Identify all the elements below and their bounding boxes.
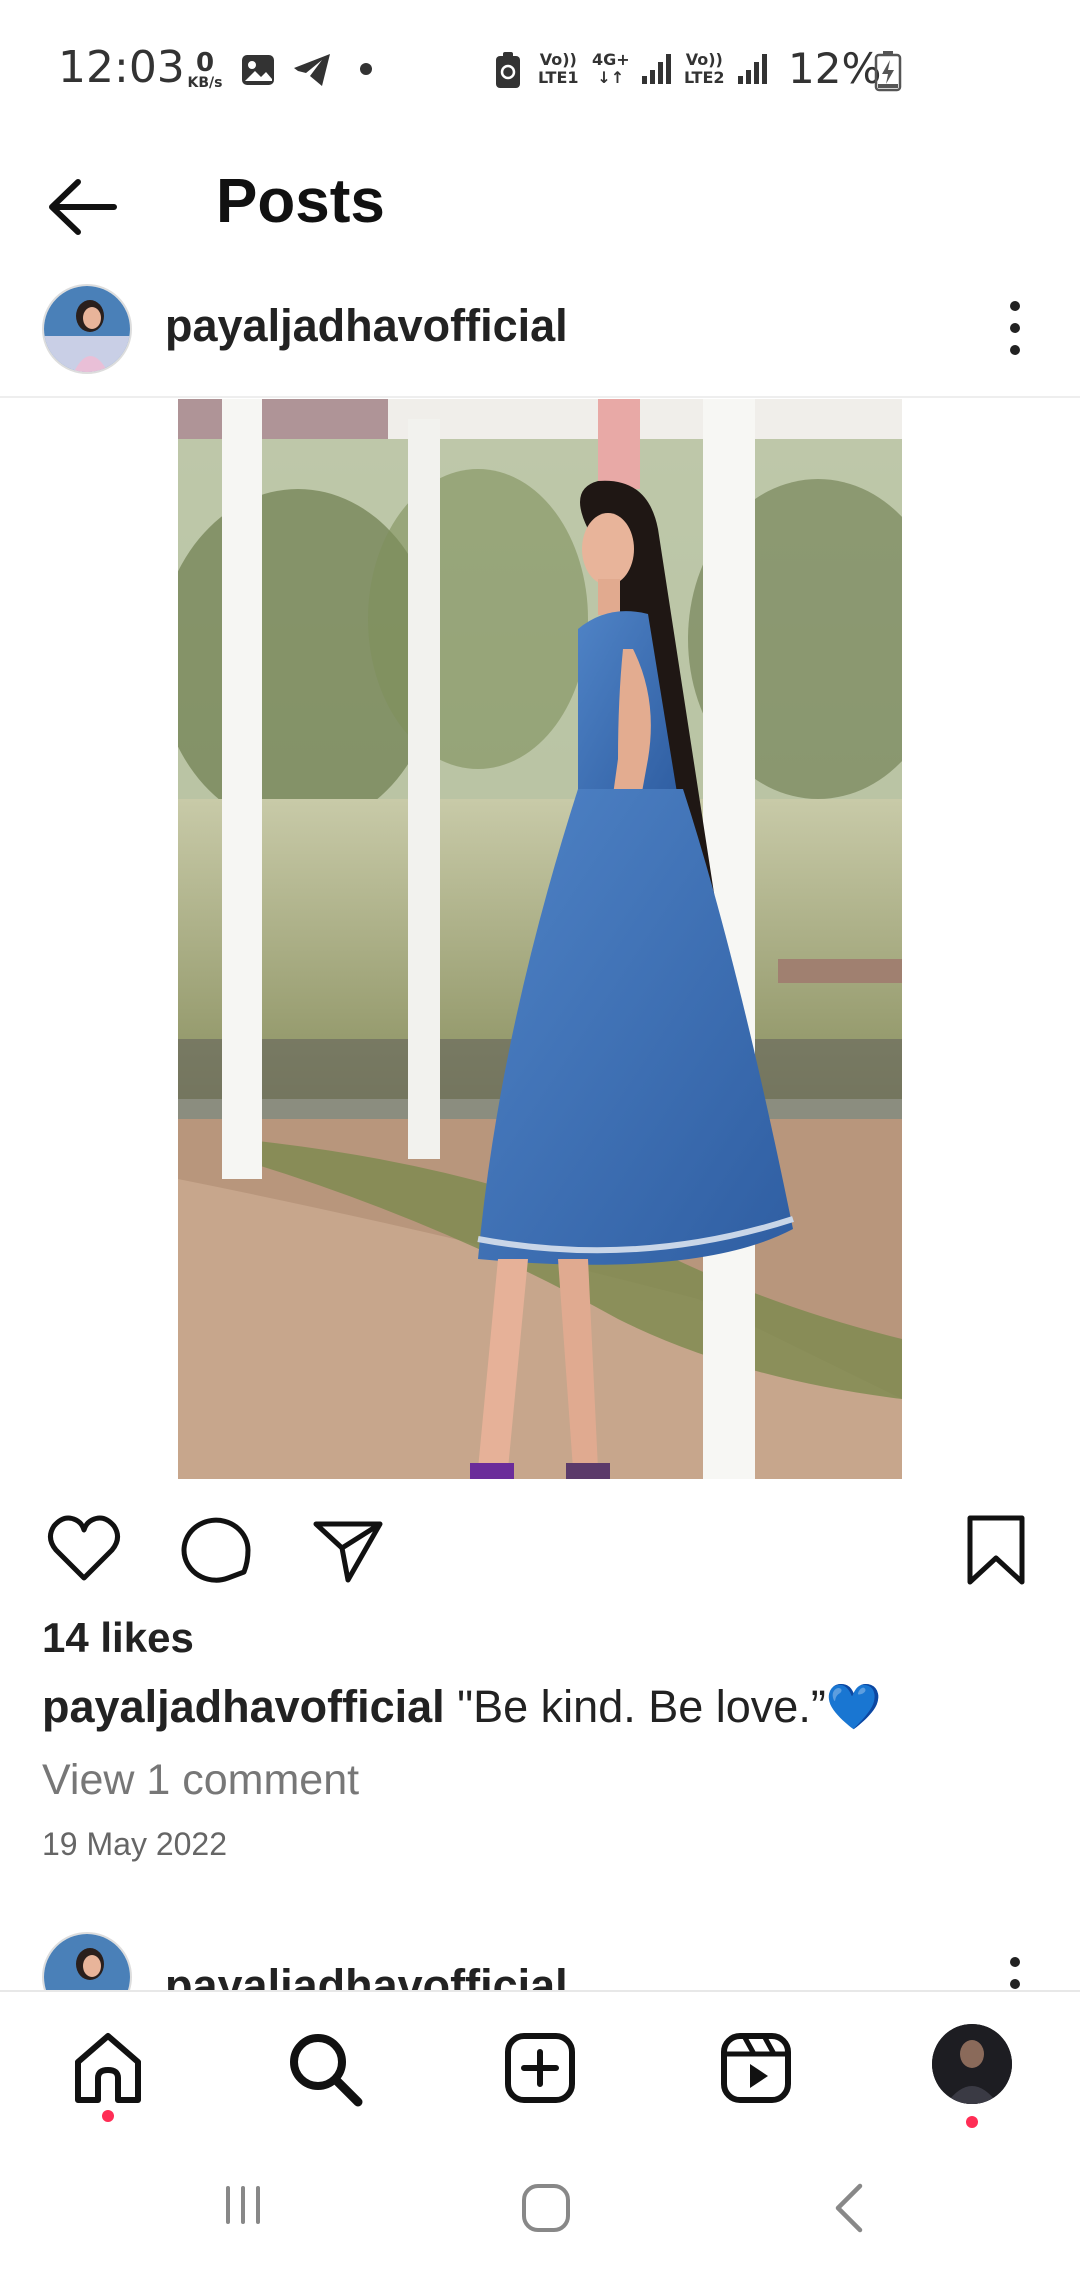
battery-percent: 12% (788, 44, 882, 93)
network-speed-unit: KB/s (187, 75, 223, 91)
home-circle-icon[interactable] (518, 2180, 574, 2236)
network-type: 4G+ ↓↑ (592, 50, 630, 87)
bookmark-icon[interactable] (958, 1512, 1034, 1588)
network-speed-value: 0 (195, 48, 215, 78)
blue-heart-emoji: 💙 (825, 1681, 882, 1732)
reels-icon[interactable] (716, 2028, 796, 2108)
more-notifications-dot (360, 63, 372, 75)
page-title: Posts (216, 167, 385, 236)
post-caption: payaljadhavofficial "Be kind. Be love.”💙 (42, 1680, 882, 1733)
send-icon[interactable] (310, 1512, 386, 1588)
status-time: 12:03 (58, 42, 185, 93)
likes-count[interactable]: 14 likes (42, 1614, 194, 1662)
divider (0, 396, 1080, 398)
search-icon[interactable] (284, 2028, 364, 2108)
signal-bars-2-icon (738, 54, 767, 84)
post-date: 19 May 2022 (42, 1826, 228, 1862)
recents-icon[interactable] (218, 2180, 268, 2230)
system-navigation-bar (0, 2140, 1080, 2280)
plus-square-icon[interactable] (500, 2028, 580, 2108)
gallery-icon (242, 55, 274, 85)
next-post-header: payaljadhavofficial (0, 1930, 1080, 1990)
arrow-left-icon[interactable] (42, 172, 122, 242)
comment-icon[interactable] (178, 1512, 254, 1588)
telegram-icon (294, 54, 330, 86)
profile-notification-dot (966, 2116, 978, 2128)
network-speed: 0 KB/s (182, 50, 228, 90)
caption-text: "Be kind. Be love.” (444, 1681, 826, 1732)
home-icon[interactable] (68, 2028, 148, 2108)
bottom-navigation (0, 1990, 1080, 2140)
post-header: payaljadhavofficial (0, 272, 1080, 396)
next-post-username[interactable]: payaljadhavofficial (165, 1960, 568, 1990)
caption-username[interactable]: payaljadhavofficial (42, 1681, 445, 1732)
view-comments-link[interactable]: View 1 comment (42, 1756, 359, 1805)
avatar[interactable] (42, 284, 132, 374)
signal-bars-icon (642, 54, 671, 84)
battery-icon (874, 51, 902, 92)
sim2-volte: Vo)) LTE2 (684, 50, 725, 87)
top-app-bar: Posts (0, 140, 1080, 270)
more-vertical-icon[interactable] (1000, 296, 1030, 360)
chevron-left-icon[interactable] (826, 2180, 872, 2236)
post-actions (0, 1500, 1080, 1600)
battery-saver-icon (496, 52, 520, 88)
status-bar: 12:03 0 KB/s Vo)) LTE1 4G+ ↓↑ Vo)) LTE2 (0, 0, 1080, 140)
post-image[interactable] (178, 399, 902, 1479)
more-vertical-icon[interactable] (1000, 1952, 1030, 1990)
profile-avatar[interactable] (932, 2024, 1012, 2104)
sim1-volte: Vo)) LTE1 (538, 50, 579, 87)
home-notification-dot (102, 2110, 114, 2122)
avatar[interactable] (42, 1932, 132, 1990)
heart-icon[interactable] (46, 1512, 122, 1588)
post-username[interactable]: payaljadhavofficial (165, 300, 568, 352)
